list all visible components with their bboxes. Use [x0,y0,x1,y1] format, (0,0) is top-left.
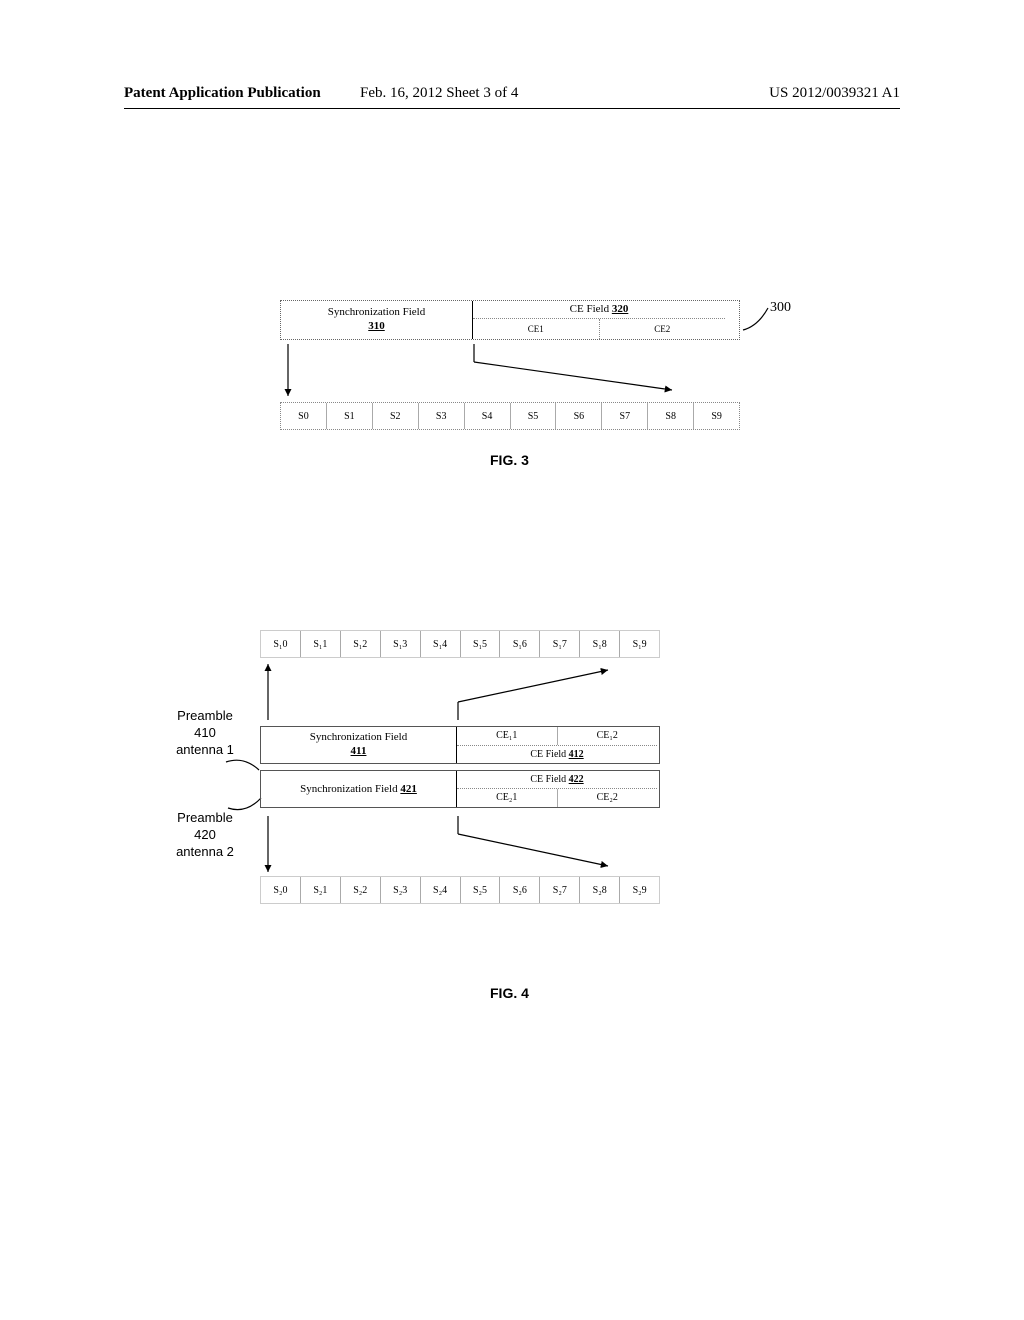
fig3-ce2: CE2 [600,319,726,339]
fig3-slot: S3 [419,403,465,429]
fig4-slot: S₁6 [500,631,540,657]
fig4-upper-arrows-icon [260,660,660,726]
fig4-slot: S₁0 [261,631,301,657]
header-left: Patent Application Publication [124,85,321,102]
fig4-slot: S₁8 [580,631,620,657]
fig3-slot: S6 [556,403,602,429]
fig4-slot: S₂1 [301,877,341,903]
fig3-slot: S9 [694,403,739,429]
fig4-slot: S₂8 [580,877,620,903]
callout-300-arc-icon [740,308,780,338]
fig4-slot: S₁3 [381,631,421,657]
fig3-ce1: CE1 [473,319,600,339]
fig3-slot: S7 [602,403,648,429]
preamble-420-label: Preamble 420 antenna 2 [165,810,245,861]
fig4-slot: S₂7 [540,877,580,903]
fig4-slot: S₁5 [461,631,501,657]
page-header: Patent Application Publication Feb. 16, … [0,85,1024,102]
fig4-slot: S₂4 [421,877,461,903]
fig3-slot: S0 [281,403,327,429]
fig3-slot: S5 [511,403,557,429]
fig4-slot: S₁2 [341,631,381,657]
fig3-ce-subrow: CE1 CE2 [473,319,725,339]
fig4-slot: S₂6 [500,877,540,903]
fig3-slot: S8 [648,403,694,429]
fig4-ce-422: CE Field 422 CE₂1 CE₂2 [457,771,657,807]
fig4-slot: S₁7 [540,631,580,657]
fig3-slot: S4 [465,403,511,429]
fig4-sync-421: Synchronization Field 421 [261,771,457,807]
fig4-sync-411: Synchronization Field 411 [261,727,457,763]
fig4-slot: S₂3 [381,877,421,903]
fig3-ce-field: CE Field 320 CE1 CE2 [473,301,725,339]
fig3-top-row: Synchronization Field 310 CE Field 320 C… [280,300,740,340]
fig4-ce-412: CE₁1 CE₁2 CE Field 412 [457,727,657,763]
header-rule [124,108,900,109]
fig4-slots2-row: S₂0 S₂1 S₂2 S₂3 S₂4 S₂5 S₂6 S₂7 S₂8 S₂9 [260,876,660,904]
preamble-410-label: Preamble 410 antenna 1 [165,708,245,759]
header-right: US 2012/0039321 A1 [769,85,900,102]
fig4-slot: S₂5 [461,877,501,903]
fig3-sync-label: Synchronization Field [328,306,425,318]
fig4-slot: S₂9 [620,877,659,903]
figure-3-label: FIG. 3 [490,452,529,468]
fig3-slot: S2 [373,403,419,429]
fig4-slot: S₁1 [301,631,341,657]
fig3-slots-row: S0 S1 S2 S3 S4 S5 S6 S7 S8 S9 [280,402,740,430]
fig4-slot: S₂2 [341,877,381,903]
fig3-sync-ref: 310 [368,320,385,332]
fig4-slot: S₂0 [261,877,301,903]
fig3-sync-field: Synchronization Field 310 [281,301,473,339]
fig4-lower-arrows-icon [260,810,660,876]
figure-4-label: FIG. 4 [490,985,529,1001]
fig4-slot: S₁9 [620,631,659,657]
fig3-slot: S1 [327,403,373,429]
fig4-preamble-420-row: Synchronization Field 421 CE Field 422 C… [260,770,660,808]
fig3-ce-title: CE Field 320 [473,301,725,319]
fig4-preamble-410-row: Synchronization Field 411 CE₁1 CE₁2 CE F… [260,726,660,764]
header-center: Feb. 16, 2012 Sheet 3 of 4 [360,85,518,102]
fig4-slots1-row: S₁0 S₁1 S₁2 S₁3 S₁4 S₁5 S₁6 S₁7 S₁8 S₁9 [260,630,660,658]
fig3-arrows-icon [280,340,740,402]
fig4-slot: S₁4 [421,631,461,657]
